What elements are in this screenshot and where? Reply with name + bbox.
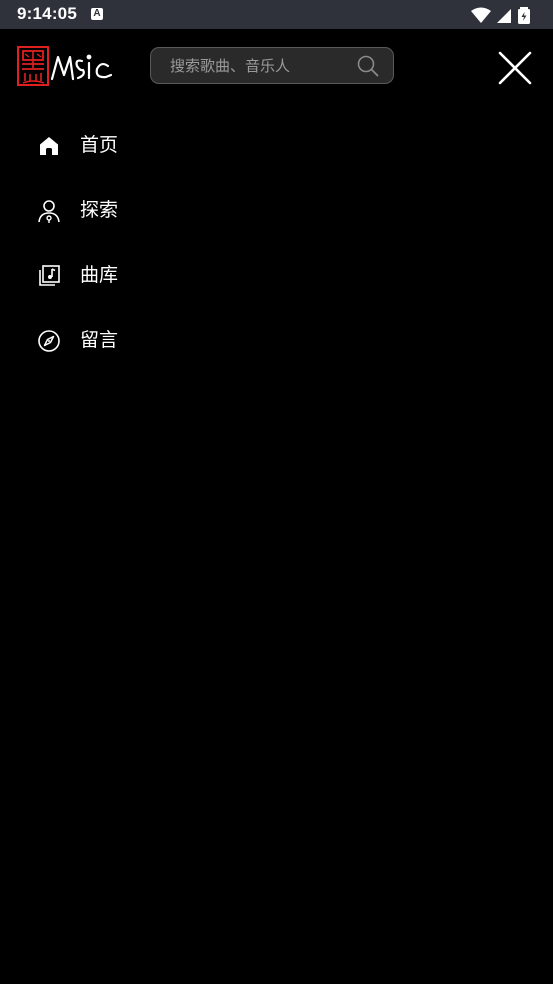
close-icon[interactable] — [498, 51, 532, 85]
search-box[interactable] — [150, 47, 394, 84]
status-bar: 9:14:05 A — [0, 0, 553, 29]
menu-item-message[interactable]: 留言 — [0, 308, 260, 373]
menu-label-library: 曲库 — [80, 264, 119, 286]
header — [0, 29, 553, 109]
menu-label-message: 留言 — [80, 329, 119, 351]
explore-person-icon — [38, 200, 60, 223]
menu-item-library[interactable]: 曲库 — [0, 243, 260, 308]
battery-icon — [518, 7, 530, 24]
music-library-icon — [39, 265, 60, 286]
menu-label-home: 首页 — [80, 134, 119, 156]
logo-script — [50, 54, 113, 81]
nav-menu: 首页 探索 曲库 留言 — [0, 113, 553, 373]
hei-music-logo[interactable] — [16, 45, 116, 89]
notification-badge-icon: A — [91, 8, 103, 20]
compass-icon — [38, 330, 60, 352]
search-input[interactable] — [170, 48, 350, 83]
search-icon[interactable] — [357, 55, 379, 77]
status-icons — [471, 7, 530, 24]
cell-signal-icon — [497, 9, 511, 23]
menu-label-explore: 探索 — [80, 199, 119, 221]
menu-item-home[interactable]: 首页 — [0, 113, 260, 178]
home-icon — [40, 137, 58, 155]
logo-seal — [17, 46, 49, 86]
wifi-icon — [471, 7, 491, 23]
status-time: 9:14:05 — [17, 4, 77, 23]
menu-item-explore[interactable]: 探索 — [0, 178, 260, 243]
